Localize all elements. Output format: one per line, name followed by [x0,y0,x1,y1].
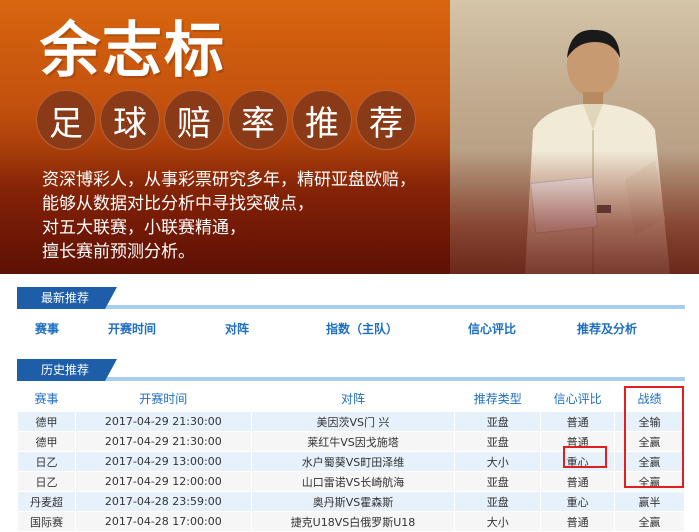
subtitle-char: 率 [228,90,288,150]
cell-league: 德甲 [17,411,76,432]
desc-line: 对五大联赛，小联赛精通， [42,218,246,238]
cell-type: 亚盘 [454,411,542,432]
desc-line: 擅长赛前预测分析。 [42,242,195,262]
col-type: 推荐类型 [473,391,522,406]
cell-confidence: 普通 [540,511,616,532]
desc-line: 能够从数据对比分析中寻找突破点， [42,194,314,214]
cell-league: 国际赛 [17,511,76,532]
cell-type: 亚盘 [454,431,542,452]
cell-time: 2017-04-28 17:00:00 [74,511,252,532]
col-match: 对阵 [340,391,365,406]
cell-league: 丹麦超 [17,491,76,512]
col-league: 赛事 [34,321,59,336]
latest-columns: 赛事 开赛时间 对阵 指数（主队） 信心评比 推荐及分析 [17,315,685,341]
table-header: 赛事 开赛时间 对阵 推荐类型 信心评比 战绩 [18,385,685,412]
subtitle-char: 推 [292,90,352,150]
cell-league: 日乙 [17,471,76,492]
subtitle-char: 球 [100,90,160,150]
cell-confidence: 普通 [540,471,616,492]
latest-header: 最新推荐 [17,287,685,309]
col-time: 开赛时间 [139,391,188,406]
col-league: 赛事 [34,391,59,406]
subtitle-char: 足 [36,90,96,150]
col-confidence: 信心评比 [467,321,516,336]
cell-match[interactable]: 莱红牛VS因戈施塔 [250,431,456,452]
table-row: 德甲 2017-04-29 21:30:00 美因茨VS门 兴 亚盘 普通 全输 [17,411,685,432]
tab-history[interactable]: 历史推荐 [17,359,117,381]
cell-confidence: 普通 [540,411,616,432]
table-row: 国际赛 2017-04-28 17:00:00 捷克U18VS白俄罗斯U18 大… [17,511,685,532]
subtitle-char: 荐 [356,90,416,150]
cell-league: 德甲 [17,431,76,452]
cell-time: 2017-04-28 23:59:00 [74,491,252,512]
subtitle-circles: 足 球 赔 率 推 荐 [36,90,416,150]
cell-result: 全赢 [614,511,685,532]
analyst-description: 资深博彩人，从事彩票研究多年，精研亚盘欧赔， 能够从数据对比分析中寻找突破点， … [42,168,416,264]
cell-match[interactable]: 奥丹斯VS霍森斯 [250,491,456,512]
cell-type: 亚盘 [454,491,542,512]
cell-result: 赢半 [614,491,685,512]
tab-latest[interactable]: 最新推荐 [17,287,117,309]
cell-match[interactable]: 捷克U18VS白俄罗斯U18 [250,511,456,532]
cell-confidence: 重心 [540,491,616,512]
col-match: 对阵 [224,321,249,336]
cell-time: 2017-04-29 13:00:00 [74,451,252,472]
cell-match[interactable]: 美因茨VS门 兴 [250,411,456,432]
history-header: 历史推荐 [17,359,685,381]
highlight-result-column [624,386,684,488]
cell-match[interactable]: 水户蜀葵VS町田泽维 [250,451,456,472]
highlight-confidence [563,446,607,468]
latest-section: 最新推荐 赛事 开赛时间 对阵 指数（主队） 信心评比 推荐及分析 [17,287,685,341]
cell-time: 2017-04-29 12:00:00 [74,471,252,492]
col-confidence: 信心评比 [553,391,602,406]
divider [17,377,685,381]
analyst-name: 余志标 [40,16,226,86]
col-time: 开赛时间 [107,321,156,336]
cell-type: 亚盘 [454,471,542,492]
table-row: 日乙 2017-04-29 12:00:00 山口雷诺VS长崎航海 亚盘 普通 … [17,471,685,492]
subtitle-char: 赔 [164,90,224,150]
cell-league: 日乙 [17,451,76,472]
cell-type: 大小 [454,451,542,472]
col-analysis: 推荐及分析 [576,321,637,336]
banner: 余志标 足 球 赔 率 推 荐 资深博彩人，从事彩票研究多年，精研亚盘欧赔， 能… [0,0,699,274]
cell-match[interactable]: 山口雷诺VS长崎航海 [250,471,456,492]
col-index: 指数（主队） [325,321,398,336]
desc-line: 资深博彩人，从事彩票研究多年，精研亚盘欧赔， [42,170,416,190]
cell-time: 2017-04-29 21:30:00 [74,411,252,432]
table-row: 丹麦超 2017-04-28 23:59:00 奥丹斯VS霍森斯 亚盘 重心 赢… [17,491,685,512]
cell-time: 2017-04-29 21:30:00 [74,431,252,452]
divider [17,305,685,309]
cell-type: 大小 [454,511,542,532]
